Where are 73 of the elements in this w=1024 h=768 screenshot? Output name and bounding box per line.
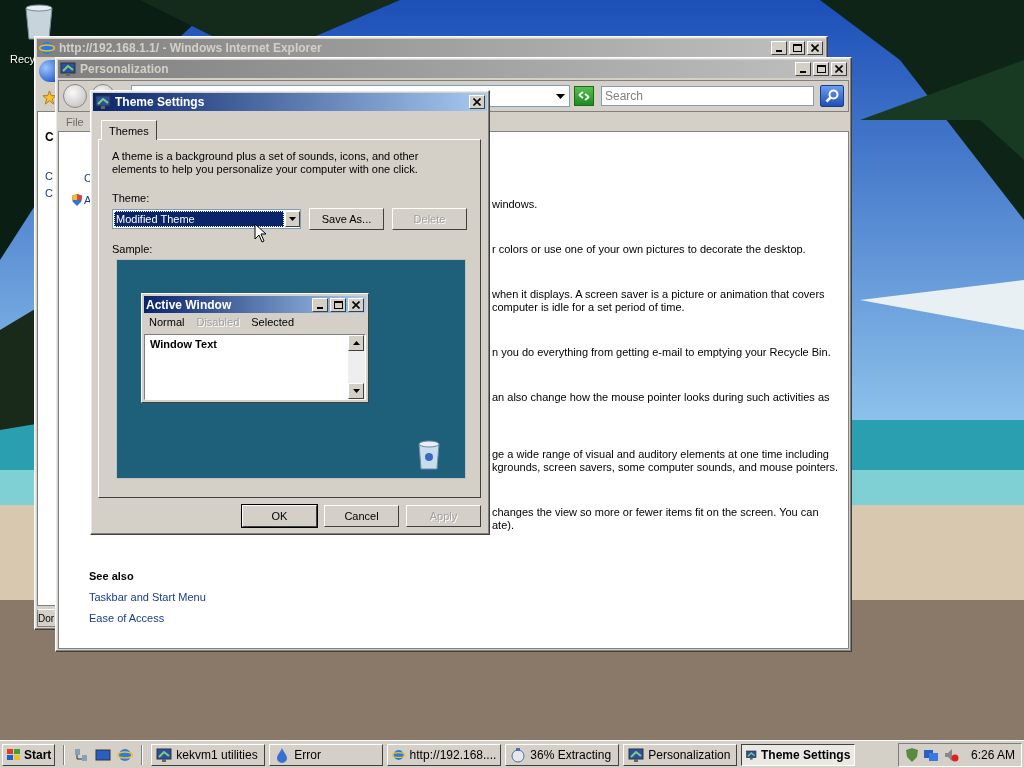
minimize-icon xyxy=(800,71,806,73)
scroll-down-icon[interactable] xyxy=(352,389,360,393)
star-icon[interactable] xyxy=(42,90,57,105)
field-label: Sample: xyxy=(112,243,154,255)
theme-dropdown[interactable]: Modified Theme xyxy=(112,209,301,229)
sample-window-title: Active Window xyxy=(146,297,233,312)
maximize-icon xyxy=(816,65,826,73)
close-icon xyxy=(811,44,819,52)
maximize-icon xyxy=(792,44,802,52)
field-label: Theme: xyxy=(112,192,151,204)
minimize-icon xyxy=(317,306,323,309)
dropdown-arrow-icon xyxy=(556,93,565,99)
status-text: Dor xyxy=(38,612,55,624)
scroll-up-icon[interactable] xyxy=(352,341,360,345)
see-also-heading: See also xyxy=(89,570,135,582)
description-text: A theme is a background plus a set of sounds, icons, and other elements to help you personalize your computer with one click. xyxy=(112,150,420,176)
search-button[interactable] xyxy=(820,85,844,107)
desktop-icon-label[interactable]: Recy xyxy=(10,53,36,65)
start-button[interactable]: Start xyxy=(2,743,56,766)
maximize-icon xyxy=(333,300,343,309)
dialog-button[interactable]: Save As... xyxy=(309,208,384,230)
taskbar-button[interactable]: Error xyxy=(269,743,384,766)
description-text: when it displays. A screen saver is a picture or animation that covers computer is idle for a set period of time. xyxy=(492,288,826,314)
close-icon xyxy=(835,65,843,73)
globe-icon xyxy=(39,40,55,56)
maximize-button[interactable] xyxy=(330,297,346,312)
dialog-title: Theme Settings xyxy=(115,95,206,109)
minimize-icon xyxy=(776,50,782,52)
taskbar-button[interactable]: http://192.168.... xyxy=(387,743,502,766)
flag-icon xyxy=(6,747,22,762)
close-button[interactable] xyxy=(469,95,485,109)
close-button[interactable] xyxy=(348,297,364,312)
refresh-button[interactable] xyxy=(574,86,594,106)
window-title: Personalization xyxy=(80,62,170,76)
dropdown-arrow-icon xyxy=(289,217,296,221)
close-icon xyxy=(352,300,360,309)
search-icon xyxy=(825,89,839,103)
search-field[interactable]: Search xyxy=(601,86,814,106)
page-link[interactable]: C xyxy=(45,187,53,199)
description-text: an also change how the mouse pointer looks during such activities as xyxy=(492,391,831,404)
clock: 6:26 AM xyxy=(970,747,1015,762)
window-title: http://192.168.1.1/ - Windows Internet Explorer xyxy=(59,41,323,55)
dialog-button[interactable]: OK xyxy=(242,505,317,527)
desktop-icon[interactable] xyxy=(95,746,112,763)
taskbar-button[interactable]: kekvm1 utilities xyxy=(151,743,266,766)
description-text: ge a wide range of visual and auditory elements at one time including kgrounds, screen savers, some computer sounds, and mouse pointers. xyxy=(492,448,839,474)
taskbar-button[interactable]: Theme Settings xyxy=(741,743,856,766)
monitor-icon xyxy=(60,61,76,77)
monitor-icon xyxy=(628,746,645,763)
monitor-icon xyxy=(95,94,111,110)
refresh-icon xyxy=(577,90,591,102)
window-text: Window Text xyxy=(149,337,218,352)
close-icon xyxy=(473,98,481,106)
minimize-button[interactable] xyxy=(312,297,328,312)
see-also-link[interactable]: Taskbar and Start Menu xyxy=(89,591,489,603)
see-also-link[interactable]: Ease of Access xyxy=(89,612,489,624)
dialog-button[interactable]: Cancel xyxy=(324,505,399,527)
monitor-icon xyxy=(156,746,173,763)
taskbar-button[interactable]: Personalization xyxy=(623,743,738,766)
back-button[interactable] xyxy=(63,84,87,108)
description-text: windows. xyxy=(492,198,539,211)
description-text: changes the view so more or fewer items fit on the screen. You can ate). xyxy=(492,506,820,532)
recycle-bin-icon xyxy=(417,440,441,470)
shield-icon[interactable] xyxy=(904,746,919,763)
page-heading: C xyxy=(45,130,54,144)
tab[interactable]: Themes xyxy=(101,120,157,140)
page-link[interactable]: C xyxy=(45,170,53,182)
globe-icon xyxy=(117,746,134,763)
description-text: n you do everything from getting e-mail to emptying your Recycle Bin. xyxy=(492,346,832,359)
description-text: r colors or use one of your own pictures to decorate the desktop. xyxy=(492,243,807,256)
mouse-pointer-icon xyxy=(254,223,267,243)
taskbar-button[interactable]: 36% Extracting xyxy=(505,743,620,766)
network-icon[interactable] xyxy=(73,746,90,763)
